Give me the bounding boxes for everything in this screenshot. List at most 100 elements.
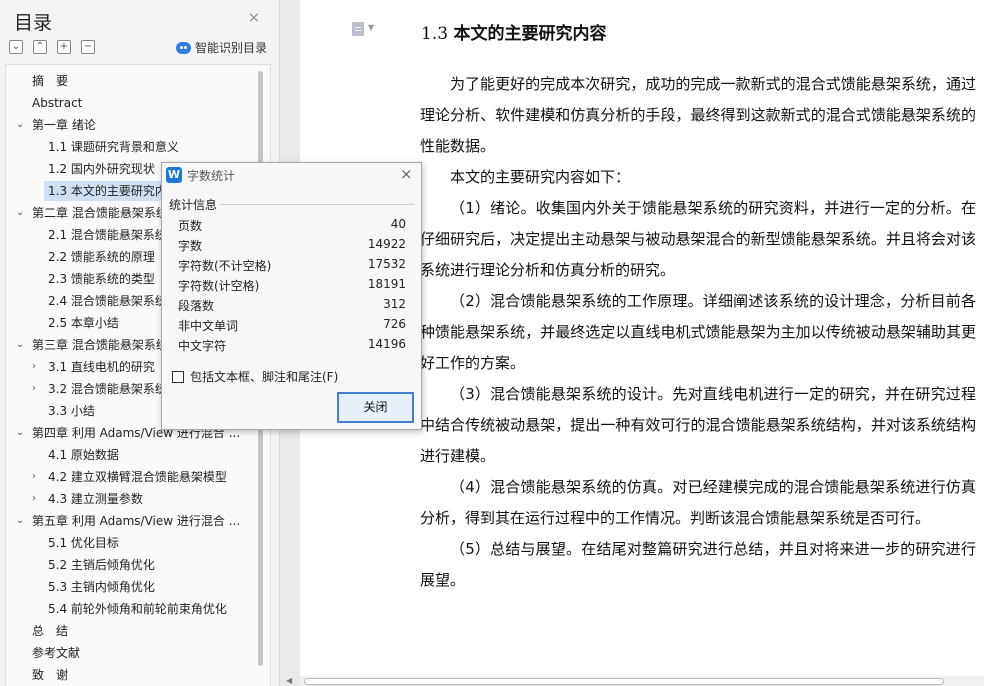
paragraph: 本文的主要研究内容如下： <box>450 168 631 186</box>
toc-item-label: 2.3 馈能系统的类型 <box>48 272 155 286</box>
stat-row-pages: 页数 40 <box>178 215 406 235</box>
scrollbar-thumb[interactable] <box>304 678 944 685</box>
checkbox-label: 包括文本框、脚注和尾注(F) <box>190 370 339 384</box>
toc-item[interactable]: › 4.3 建立测量参数 <box>6 489 256 509</box>
heading-text: 本文的主要研究内容 <box>453 24 607 44</box>
chevron-down-icon[interactable]: ⌄ <box>16 511 24 531</box>
toc-item[interactable]: 5.3 主销内倾角优化 <box>6 577 256 597</box>
stat-label: 字数 <box>178 239 203 253</box>
toc-item-label: 1.3 本文的主要研究内容 <box>48 184 179 198</box>
toc-item[interactable]: ⌄ 第五章 利用 Adams/View 进行混合 ... <box>6 511 256 531</box>
dialog-close-icon[interactable]: × <box>400 165 413 183</box>
chevron-down-icon[interactable]: ▼ <box>368 23 374 32</box>
stat-row-chars-no-spaces: 字符数(不计空格) 17532 <box>178 255 406 275</box>
paragraph: （5）总结与展望。在结尾对整篇研究进行总结，并且对将来进一步的研究进行展望。 <box>420 540 976 589</box>
stat-row-non-chinese-words: 非中文单词 726 <box>178 315 406 335</box>
stat-value: 14196 <box>367 337 406 351</box>
toc-item[interactable]: 致 谢 <box>6 665 256 685</box>
toc-item-label: 5.4 前轮外倾角和前轮前束角优化 <box>48 602 227 616</box>
dialog-titlebar[interactable]: W 字数统计 × <box>162 163 421 187</box>
toc-item-label: 2.4 混合馈能悬架系统 <box>48 294 167 308</box>
toc-item-label: 5.2 主销后倾角优化 <box>48 558 155 572</box>
toc-item[interactable]: 5.2 主销后倾角优化 <box>6 555 256 575</box>
toc-item-label: 4.3 建立测量参数 <box>48 492 143 506</box>
toc-item-label: 参考文献 <box>32 646 81 660</box>
toc-item[interactable]: 总 结 <box>6 621 256 641</box>
toc-item-label: 2.5 本章小结 <box>48 316 119 330</box>
toc-item-label: 总 结 <box>32 624 69 638</box>
toc-item[interactable]: Abstract <box>6 93 256 113</box>
remove-level-icon[interactable]: − <box>81 40 95 54</box>
toc-item-label: 第五章 利用 Adams/View 进行混合 ... <box>32 514 241 528</box>
stat-row-chars-with-spaces: 字符数(计空格) 18191 <box>178 275 406 295</box>
toc-item-label: 3.1 直线电机的研究 <box>48 360 155 374</box>
checkbox-box[interactable] <box>172 370 184 383</box>
chevron-down-icon[interactable]: ⌄ <box>16 423 24 443</box>
stat-value: 40 <box>390 217 406 231</box>
stat-value: 18191 <box>367 277 406 291</box>
toc-item-label: 2.2 馈能系统的原理 <box>48 250 155 264</box>
paragraph: （4）混合馈能悬架系统的仿真。对已经建模完成的混合馈能悬架系统进行仿真分析，得到… <box>420 478 976 527</box>
toc-item[interactable]: ⌄ 第一章 绪论 <box>6 115 256 135</box>
stat-row-words: 字数 14922 <box>178 235 406 255</box>
toc-item-label: 1.1 课题研究背景和意义 <box>48 140 179 154</box>
chevron-right-icon[interactable]: › <box>32 379 36 399</box>
toc-item-label: 第三章 混合馈能悬架系统 <box>32 338 168 352</box>
collapse-all-icon[interactable]: ⌃ <box>33 40 47 54</box>
chevron-down-icon[interactable]: ⌄ <box>16 115 24 135</box>
toc-item-label: 5.3 主销内倾角优化 <box>48 580 155 594</box>
dialog-title: 字数统计 <box>187 169 236 183</box>
heading-number: 1.3 <box>421 24 449 44</box>
chevron-right-icon[interactable]: › <box>32 467 36 487</box>
close-button[interactable]: 关闭 <box>337 392 414 423</box>
chevron-right-icon[interactable]: › <box>32 489 36 509</box>
toc-item-label: 4.1 原始数据 <box>48 448 119 462</box>
toc-item-label: 1.2 国内外研究现状 <box>48 162 155 176</box>
horizontal-scrollbar[interactable]: ◀ <box>286 676 984 686</box>
stats-group-label: 统计信息 <box>169 198 218 212</box>
stat-row-chinese-chars: 中文字符 14196 <box>178 335 406 355</box>
stat-value: 17532 <box>367 257 406 271</box>
section-heading: 1.3 本文的主要研究内容 <box>421 19 606 44</box>
chevron-right-icon[interactable]: › <box>32 357 36 377</box>
toc-item[interactable]: 4.1 原始数据 <box>6 445 256 465</box>
stat-row-paragraphs: 段落数 312 <box>178 295 406 315</box>
toc-item-label: 致 谢 <box>32 668 69 682</box>
stat-value: 14922 <box>367 237 406 251</box>
group-divider <box>220 204 414 205</box>
document-body: 为了能更好的完成本次研究，成功的完成一款新式的混合式馈能悬架系统，通过理论分析、… <box>420 69 976 596</box>
expand-all-icon[interactable]: ⌄ <box>9 40 23 54</box>
chevron-down-icon[interactable]: ⌄ <box>16 203 24 223</box>
word-count-dialog: W 字数统计 × 统计信息 页数 40 字数 14922 字符数(不计空格) 1… <box>161 162 422 430</box>
add-level-icon[interactable]: + <box>57 40 71 54</box>
toc-item[interactable]: › 4.2 建立双横臂混合馈能悬架模型 <box>6 467 256 487</box>
include-textbox-checkbox[interactable]: 包括文本框、脚注和尾注(F) <box>172 368 338 385</box>
toc-item-label: 2.1 混合馈能悬架系统 <box>48 228 167 242</box>
paragraph: 为了能更好的完成本次研究，成功的完成一款新式的混合式馈能悬架系统，通过理论分析、… <box>420 75 976 155</box>
toc-item-label: 5.1 优化目标 <box>48 536 119 550</box>
document-icon[interactable] <box>352 22 364 36</box>
wps-logo-icon: W <box>166 167 182 183</box>
toc-item-label: 3.3 小结 <box>48 404 95 418</box>
smart-toc-button[interactable]: 智能识别目录 <box>176 39 267 56</box>
chevron-down-icon[interactable]: ⌄ <box>16 335 24 355</box>
toc-toolbar: ⌄ ⌃ + − <box>9 40 95 54</box>
toc-item[interactable]: 摘 要 <box>6 71 256 91</box>
toc-item-label: Abstract <box>32 96 83 110</box>
toc-item[interactable]: 5.1 优化目标 <box>6 533 256 553</box>
toc-item[interactable]: 参考文献 <box>6 643 256 663</box>
stat-value: 726 <box>383 317 406 331</box>
stat-label: 中文字符 <box>178 339 227 353</box>
stat-value: 312 <box>383 297 406 311</box>
paragraph: （2）混合馈能悬架系统的工作原理。详细阐述该系统的设计理念，分析目前各种馈能悬架… <box>420 292 976 372</box>
toc-item[interactable]: 5.4 前轮外倾角和前轮前束角优化 <box>6 599 256 619</box>
toc-item-label: 第一章 绪论 <box>32 118 96 132</box>
toc-item-label: 第二章 混合馈能悬架系统 <box>32 206 168 220</box>
toc-close-icon[interactable]: × <box>248 10 260 26</box>
scroll-left-icon[interactable]: ◀ <box>286 676 292 685</box>
toc-title: 目录 <box>14 12 53 34</box>
paragraph: （3）混合馈能悬架系统的设计。先对直线电机进行一定的研究，并在研究过程中结合传统… <box>420 385 976 465</box>
stat-label: 非中文单词 <box>178 319 239 333</box>
toc-item[interactable]: 1.1 课题研究背景和意义 <box>6 137 256 157</box>
paragraph: （1）绪论。收集国内外关于馈能悬架系统的研究资料，并进行一定的分析。在仔细研究后… <box>420 199 976 279</box>
